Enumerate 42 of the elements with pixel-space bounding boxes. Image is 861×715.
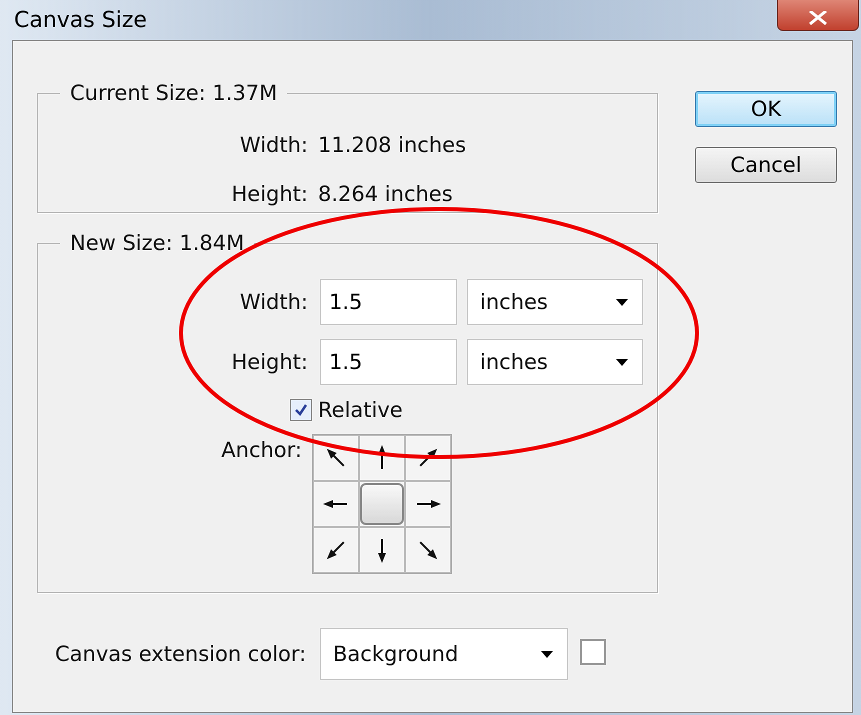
dialog-button[interactable]: Cancel xyxy=(695,147,837,183)
close-button[interactable] xyxy=(777,0,859,31)
anchor-cell[interactable] xyxy=(359,481,405,527)
arrow-icon xyxy=(323,500,347,508)
color-swatch[interactable] xyxy=(580,639,606,665)
anchor-cell[interactable] xyxy=(359,527,405,573)
arrow-icon xyxy=(420,448,438,466)
input-field[interactable]: 1.5 xyxy=(320,279,457,325)
anchor-label: Anchor: xyxy=(220,438,303,462)
dialog-button[interactable]: OK xyxy=(695,91,837,127)
unit-dropdown[interactable]: inches xyxy=(467,279,643,325)
caret-icon xyxy=(616,298,628,306)
unit-dropdown[interactable]: inches xyxy=(467,339,643,385)
anchor-cell[interactable] xyxy=(313,435,359,481)
size-value: 8.264 inches xyxy=(318,182,453,206)
arrow-icon xyxy=(420,542,438,560)
size-label: Width: xyxy=(238,132,309,156)
color-dropdown[interactable]: Background xyxy=(320,628,568,680)
arrow-icon xyxy=(326,542,344,560)
checkbox-label: Relative xyxy=(318,398,403,422)
checkbox[interactable] xyxy=(290,399,312,421)
anchor-cell[interactable] xyxy=(405,527,451,573)
window-title: Canvas Size xyxy=(14,8,147,32)
anchor-cell[interactable] xyxy=(359,435,405,481)
arrow-icon xyxy=(378,445,386,469)
check-icon xyxy=(293,402,309,418)
size-value: 11.208 inches xyxy=(318,132,466,156)
anchor-cell[interactable] xyxy=(313,481,359,527)
size-label: Height: xyxy=(230,182,309,206)
anchor-cell[interactable] xyxy=(405,481,451,527)
caret-icon xyxy=(541,650,553,658)
arrow-icon xyxy=(417,500,441,508)
anchor-cell[interactable] xyxy=(405,435,451,481)
anchor-cell[interactable] xyxy=(313,527,359,573)
arrow-icon xyxy=(378,539,386,563)
input-field[interactable]: 1.5 xyxy=(320,339,457,385)
arrow-icon xyxy=(326,448,344,466)
close-icon xyxy=(807,11,829,25)
field-label: Width: xyxy=(238,290,309,314)
extension-label: Canvas extension color: xyxy=(55,642,308,666)
caret-icon xyxy=(616,358,628,366)
field-label: Height: xyxy=(230,350,309,374)
